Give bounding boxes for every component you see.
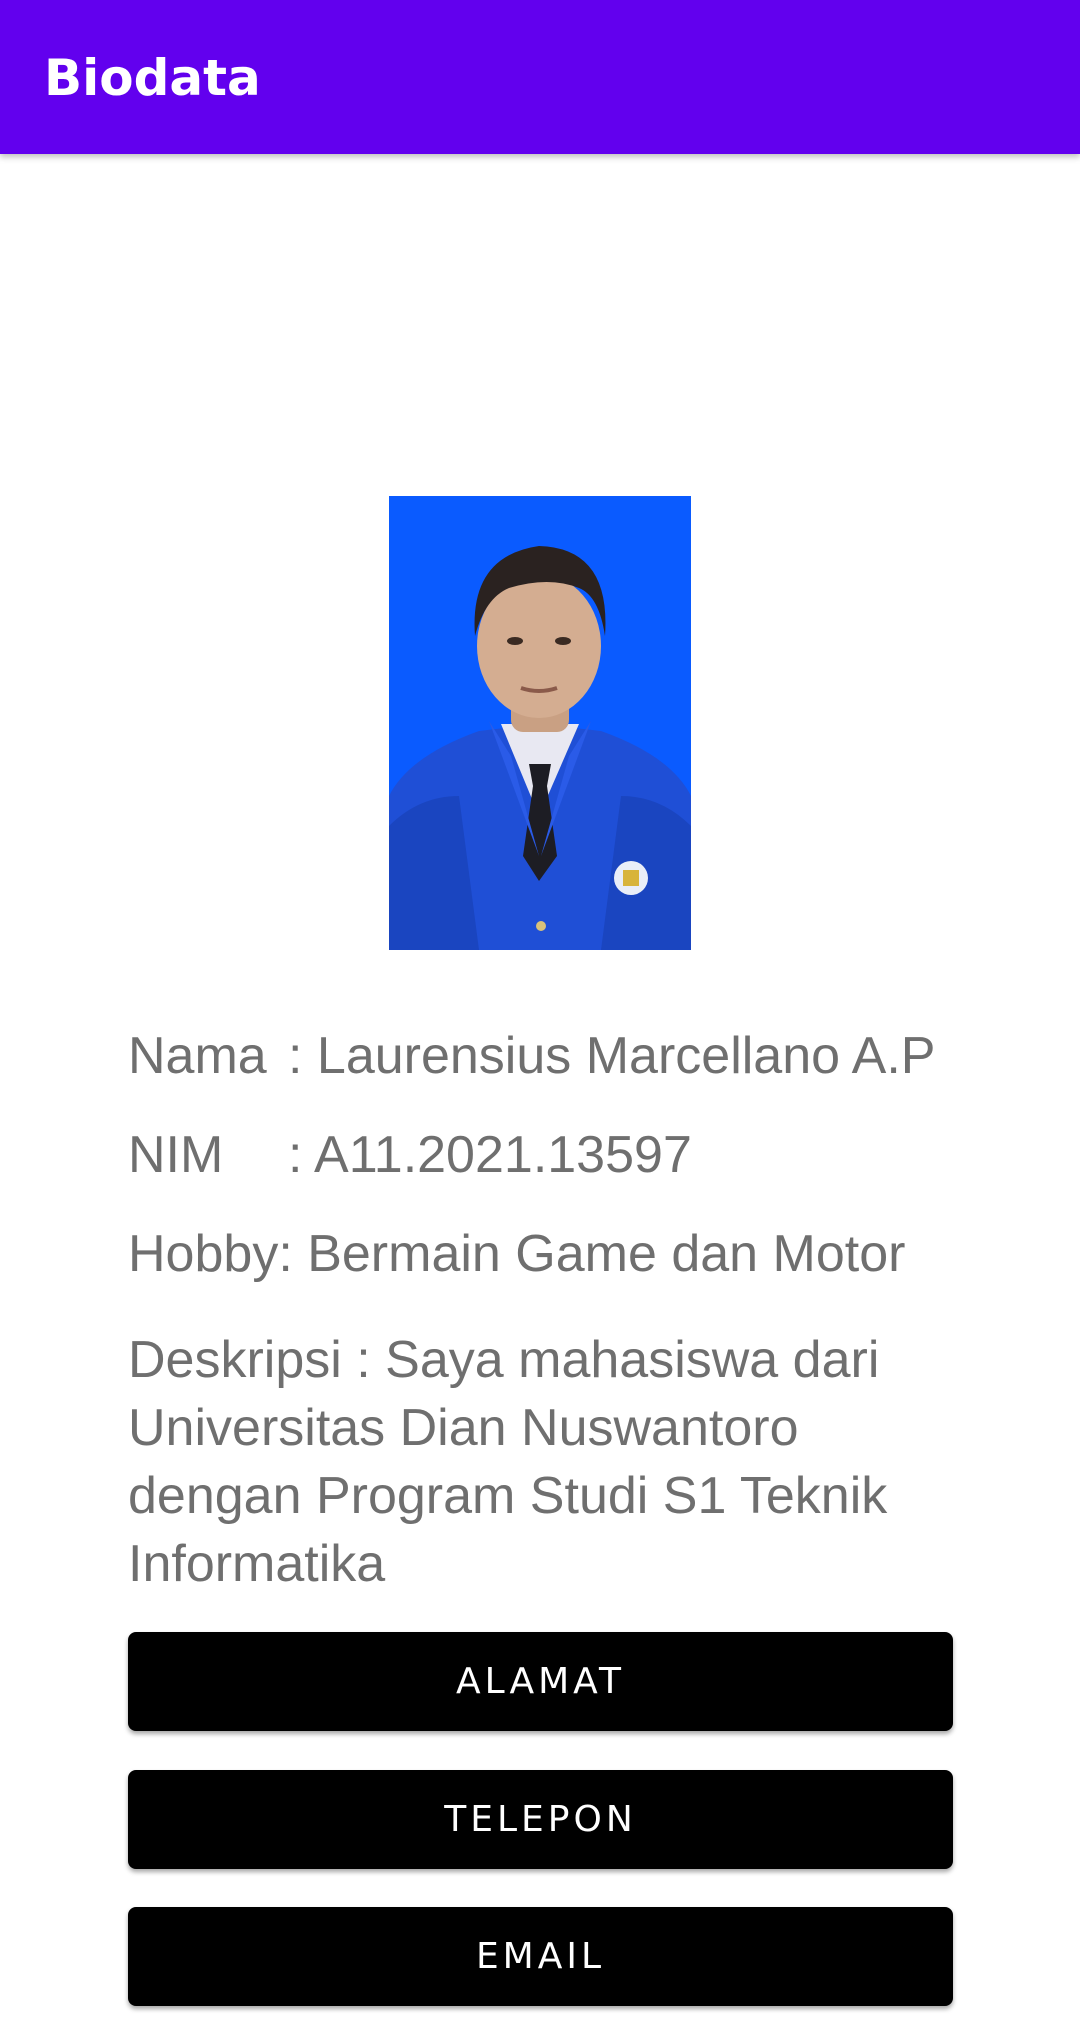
alamat-button[interactable]: ALAMAT bbox=[128, 1632, 953, 1731]
profile-photo bbox=[389, 496, 691, 950]
telepon-button[interactable]: TELEPON bbox=[128, 1770, 953, 1869]
nim-value: : A11.2021.13597 bbox=[288, 1126, 692, 1184]
nim-label: NIM bbox=[128, 1126, 224, 1184]
app-bar: Biodata bbox=[0, 0, 1080, 154]
app-title: Biodata bbox=[44, 49, 261, 107]
nama-label: Nama bbox=[128, 1027, 267, 1085]
nama-row: Nama : Laurensius Marcellano A.P bbox=[128, 1022, 935, 1090]
hobby-value: : Bermain Game dan Motor bbox=[278, 1225, 906, 1283]
description-text: Deskripsi : Saya mahasiswa dari Universi… bbox=[128, 1331, 888, 1593]
hobby-row: Hobby: Bermain Game dan Motor bbox=[128, 1220, 905, 1288]
nim-row: NIM : A11.2021.13597 bbox=[128, 1121, 692, 1189]
email-button[interactable]: EMAIL bbox=[128, 1907, 953, 2006]
nama-value: : Laurensius Marcellano A.P bbox=[288, 1027, 936, 1085]
hobby-label: Hobby bbox=[128, 1225, 279, 1283]
